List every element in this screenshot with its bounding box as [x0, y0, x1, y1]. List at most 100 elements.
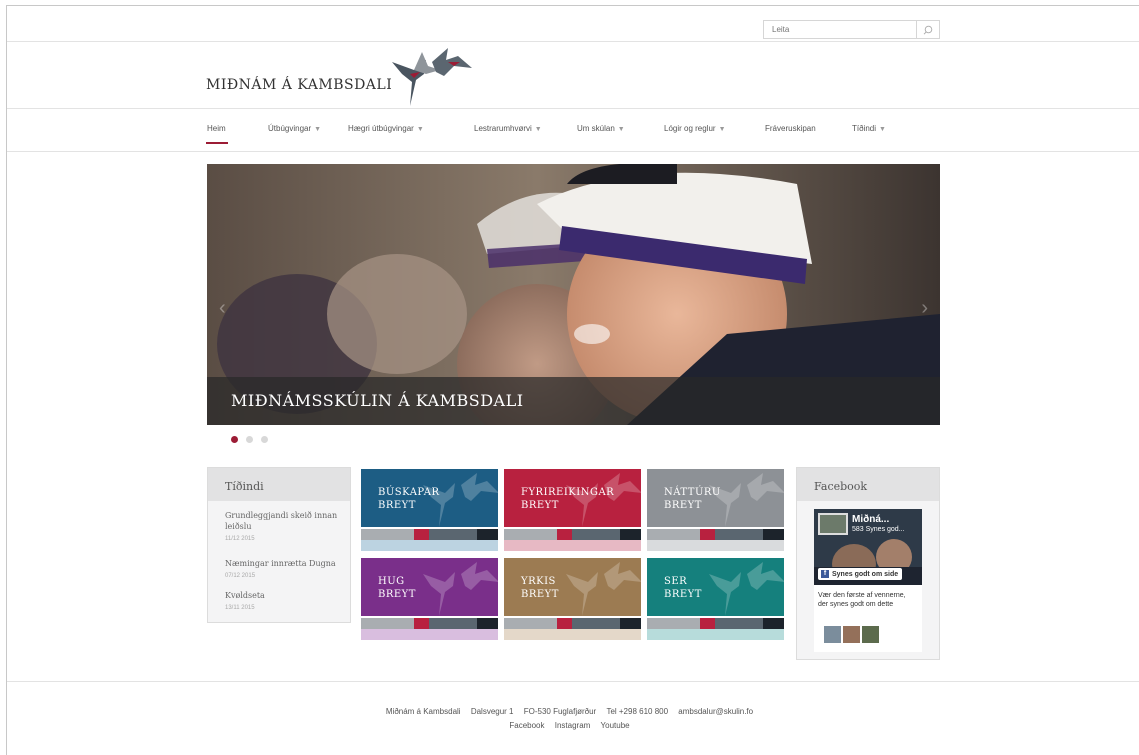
news-item-date: 13/11 2015: [225, 605, 255, 611]
nav-item-logir-og-reglur[interactable]: Lógir og reglur ▼: [664, 124, 726, 133]
nav-item-tidindi[interactable]: Tíðindi ▼: [852, 124, 886, 133]
news-item[interactable]: Næmingar innrætta Dugna 07/12 2015: [225, 558, 343, 582]
footer-contact: Miðnám á Kambsdali Dalsvegur 1 FO-530 Fu…: [0, 707, 1139, 716]
slider-dot-2[interactable]: [246, 436, 253, 443]
nav-active-indicator: [206, 142, 228, 144]
slider-dot-1[interactable]: [231, 436, 238, 443]
nav-item-um-skulan[interactable]: Um skúlan ▼: [577, 124, 625, 133]
search-icon: [923, 25, 933, 35]
news-panel: Tíðindi Grundleggjandi skeið innan leiðs…: [207, 467, 351, 623]
nav-item-utbugvingar[interactable]: Útbúgvingar ▼: [268, 124, 321, 133]
tile-light-band: [647, 629, 784, 640]
facebook-page-name[interactable]: Miðná...: [852, 514, 889, 525]
tile-label: HUG BREYT: [378, 576, 416, 600]
footer-link-instagram[interactable]: Instagram: [555, 721, 591, 730]
hero-next-arrow[interactable]: ›: [921, 297, 928, 320]
program-tile[interactable]: SER BREYT: [647, 558, 784, 640]
program-tile[interactable]: BÚSKAPAR BREYT: [361, 469, 498, 551]
tile-bar-strip: [504, 618, 641, 629]
news-item-date: 11/12 2015: [225, 536, 255, 542]
avatar[interactable]: [824, 626, 841, 643]
facebook-like-button-label: Synes godt om side: [832, 570, 899, 578]
chevron-down-icon: ▼: [879, 126, 886, 133]
nav-label: Heim: [207, 124, 226, 133]
nav-item-haegri-utbugvingar[interactable]: Hægri útbúgvingar ▼: [348, 124, 424, 133]
news-item-title[interactable]: Næmingar innrætta Dugna: [225, 558, 343, 569]
program-tile[interactable]: NÁTTÚRU BREYT: [647, 469, 784, 551]
tern-logo-icon[interactable]: [388, 44, 474, 108]
tile-bar-strip: [361, 618, 498, 629]
search-input[interactable]: [764, 21, 924, 38]
facebook-widget: Miðná... 583 Synes god... f Synes godt o…: [814, 509, 922, 652]
hero-caption-text: MIÐNÁMSSKÚLIN Á KAMBSDALI: [231, 391, 524, 410]
nav-label: Tíðindi: [852, 124, 877, 133]
site-logo-text[interactable]: MIÐNÁM Á KAMBSDALI: [206, 77, 392, 93]
facebook-cover-photo[interactable]: Miðná... 583 Synes god... f Synes godt o…: [814, 509, 922, 585]
header-divider-logo: [7, 108, 1139, 109]
nav-item-lestrarumhvorvi[interactable]: Lestrarumhvørvi ▼: [474, 124, 542, 133]
footer-street: Dalsvegur 1: [470, 707, 514, 716]
hero-prev-arrow[interactable]: ‹: [219, 297, 226, 320]
news-item-date: 07/12 2015: [225, 573, 256, 579]
search-box: [763, 20, 940, 39]
footer-city: FO-530 Fuglafjørður: [523, 707, 597, 716]
header-divider-top: [7, 41, 1139, 42]
nav-item-fraveruskipan[interactable]: Fráveruskipan: [765, 124, 816, 133]
news-item-title[interactable]: Kvøldseta: [225, 590, 343, 601]
tern-watermark-icon: [566, 562, 641, 616]
slider-dot-3[interactable]: [261, 436, 268, 443]
footer-link-facebook[interactable]: Facebook: [509, 721, 544, 730]
facebook-friends-prompt: Vær den første af vennerne, der synes go…: [818, 592, 906, 608]
program-tile[interactable]: FYRIREIKINGAR BREYT: [504, 469, 641, 551]
nav-item-heim[interactable]: Heim: [207, 124, 226, 133]
program-tile[interactable]: YRKIS BREYT: [504, 558, 641, 640]
tile-label: FYRIREIKINGAR BREYT: [521, 487, 615, 511]
nav-label: Útbúgvingar: [268, 124, 312, 133]
tile-light-band: [361, 540, 498, 551]
nav-divider: [7, 151, 1139, 152]
hero-slider[interactable]: ‹ › MIÐNÁMSSKÚLIN Á KAMBSDALI: [207, 164, 940, 425]
news-item[interactable]: Grundleggjandi skeið innan leiðslu 11/12…: [225, 510, 343, 545]
search-button[interactable]: [916, 21, 939, 38]
tile-light-band: [504, 540, 641, 551]
footer-school-name: Miðnám á Kambsdali: [385, 707, 461, 716]
nav-label: Um skúlan: [577, 124, 615, 133]
tern-watermark-icon: [709, 562, 784, 616]
tile-bar-strip: [504, 529, 641, 540]
footer-phone: Tel +298 610 800: [606, 707, 669, 716]
nav-label: Hægri útbúgvingar: [348, 124, 414, 133]
program-tile[interactable]: HUG BREYT: [361, 558, 498, 640]
tile-bar-strip: [361, 529, 498, 540]
footer-social-links: Facebook Instagram Youtube: [0, 721, 1139, 730]
news-item[interactable]: Kvøldseta 13/11 2015: [225, 590, 343, 614]
nav-label: Lestrarumhvørvi: [474, 124, 532, 133]
facebook-icon: f: [821, 570, 829, 578]
news-panel-title: Tíðindi: [208, 468, 350, 501]
tile-light-band: [504, 629, 641, 640]
facebook-panel: Facebook Miðná... 583 Synes god... f Syn…: [796, 467, 940, 660]
avatar[interactable]: [843, 626, 860, 643]
tile-bar-strip: [647, 618, 784, 629]
footer-divider: [7, 681, 1139, 682]
tile-label: SER BREYT: [664, 576, 702, 600]
news-item-title[interactable]: Grundleggjandi skeið innan leiðslu: [225, 510, 343, 532]
chevron-down-icon: ▼: [314, 126, 322, 133]
hero-caption-bar: MIÐNÁMSSKÚLIN Á KAMBSDALI: [207, 377, 940, 425]
nav-label: Fráveruskipan: [765, 124, 816, 133]
tile-light-band: [647, 540, 784, 551]
chevron-down-icon: ▼: [718, 126, 726, 133]
tile-label: YRKIS BREYT: [521, 576, 559, 600]
tile-bar-strip: [647, 529, 784, 540]
tile-label: NÁTTÚRU BREYT: [664, 487, 721, 511]
avatar[interactable]: [862, 626, 879, 643]
chevron-down-icon: ▼: [617, 126, 625, 133]
tile-label: BÚSKAPAR BREYT: [378, 487, 440, 511]
tile-light-band: [361, 629, 498, 640]
facebook-like-count: 583 Synes god...: [852, 526, 905, 533]
tern-watermark-icon: [423, 562, 498, 616]
chevron-down-icon: ▼: [534, 126, 542, 133]
facebook-like-button[interactable]: f Synes godt om side: [818, 568, 903, 580]
footer-link-youtube[interactable]: Youtube: [601, 721, 630, 730]
footer-email-link[interactable]: ambsdalur@skulin.fo: [678, 707, 753, 716]
nav-label: Lógir og reglur: [664, 124, 716, 133]
